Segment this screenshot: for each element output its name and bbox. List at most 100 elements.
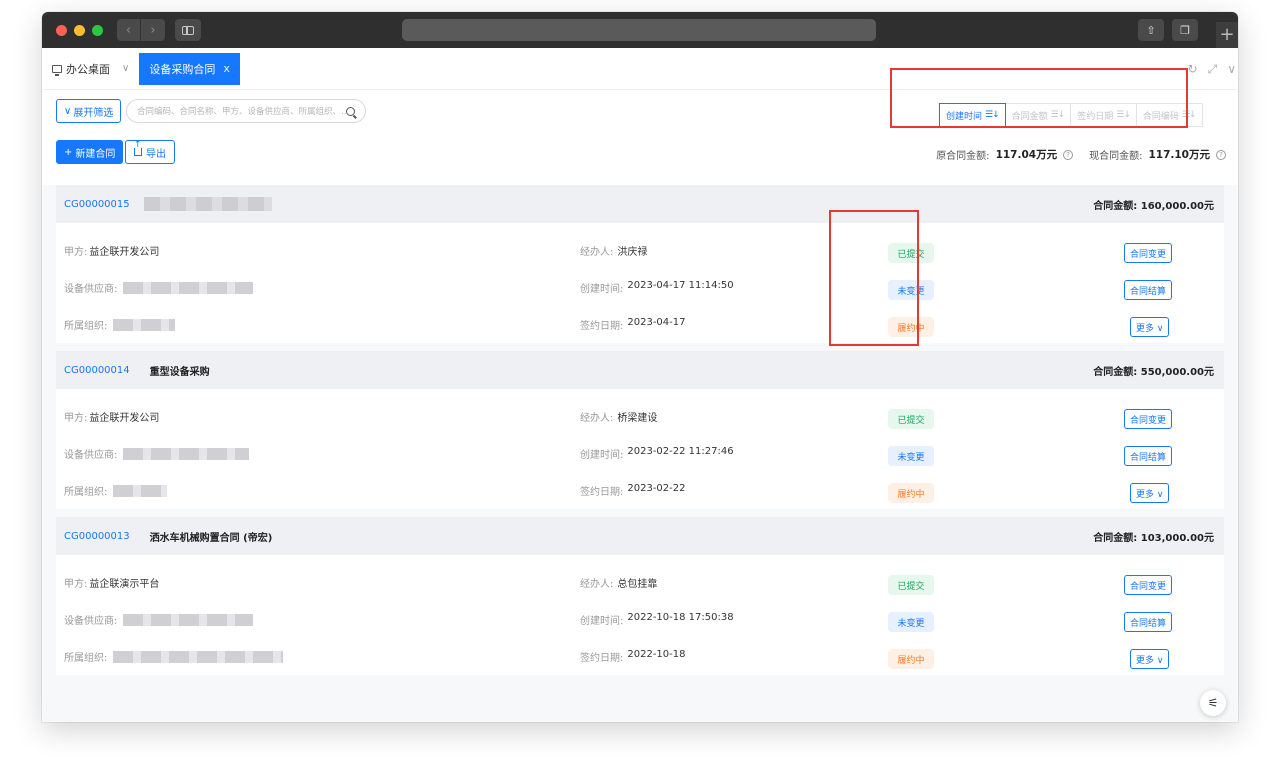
sidebar-toggle-button[interactable]: [175, 19, 201, 41]
share-button[interactable]: ⇧: [1138, 19, 1164, 41]
contract-change-button[interactable]: 合同变更: [1124, 409, 1173, 429]
contract-card-body: 甲方: 益企联开发公司 设备供应商: 所属组织: 经办人: 洪庆禄 创建时间: 202…: [56, 223, 1224, 343]
tab-home[interactable]: 办公桌面: [52, 61, 110, 77]
supplier-row: 设备供应商:: [64, 612, 254, 627]
more-actions-button[interactable]: 更多 ∨: [1130, 649, 1170, 669]
supplier-row: 设备供应商:: [64, 280, 254, 295]
status-badge-performing: 履约中: [888, 317, 934, 337]
amount-value: 103,000.00元: [1140, 532, 1214, 544]
close-window-button[interactable]: [56, 24, 67, 36]
expand-filter-label: 展开筛选: [73, 107, 114, 119]
sort-label: 创建时间: [946, 111, 983, 122]
more-actions-button[interactable]: 更多 ∨: [1130, 483, 1170, 503]
fullscreen-icon[interactable]: ⤢: [1208, 62, 1218, 77]
help-icon[interactable]: ?: [1063, 149, 1074, 160]
redacted-supplier: [123, 447, 250, 460]
original-total-label: 原合同金额:: [936, 151, 990, 162]
sort-code-button[interactable]: 合同编码 ☰↓: [1135, 103, 1203, 127]
contract-totals: 原合同金额: 117.04万元 ? 现合同金额: 117.10万元 ?: [936, 147, 1226, 162]
more-actions-button[interactable]: 更多 ∨: [1130, 317, 1170, 337]
amount-value: 160,000.00元: [1140, 200, 1214, 212]
contract-code-link[interactable]: CG00000015: [64, 199, 130, 210]
org-row: 所属组织:: [64, 317, 176, 332]
sort-label: 合同金额: [1011, 111, 1048, 122]
maximize-window-button[interactable]: [92, 24, 103, 36]
created-row: 创建时间: 2022-10-18 17:50:38: [580, 612, 734, 627]
contract-name: 重型设备采购: [149, 366, 210, 378]
browser-titlebar: ‹ › ⇧ ❐: [42, 12, 1238, 48]
tab-bar-tools: ↻ ⤢ ∨: [1188, 62, 1236, 77]
history-nav: ‹ ›: [117, 19, 165, 41]
sort-icon: ☰↓: [985, 110, 1000, 120]
handler-label: 经办人:: [580, 247, 614, 258]
party-a-row: 甲方: 益企联开发公司: [64, 243, 159, 258]
sort-created-time-button[interactable]: 创建时间 ☰↓: [939, 103, 1006, 127]
sort-signed-date-button[interactable]: 签约日期 ☰↓: [1070, 103, 1137, 127]
search-icon[interactable]: [346, 106, 355, 116]
created-label: 创建时间:: [580, 284, 624, 295]
contract-code-link[interactable]: CG00000013: [64, 531, 130, 542]
expand-filter-button[interactable]: ∨ 展开筛选: [56, 99, 122, 123]
contract-settle-button[interactable]: 合同结算: [1124, 446, 1173, 466]
created-value: 2023-02-22 11:27:46: [627, 446, 734, 457]
sort-options: 创建时间 ☰↓ 合同金额 ☰↓ 签约日期 ☰↓ 合同编码 ☰↓: [939, 103, 1203, 127]
supplier-label: 设备供应商:: [64, 450, 118, 461]
signed-value: 2023-04-17: [627, 317, 686, 328]
tabs-overview-button[interactable]: ❐: [1172, 19, 1198, 41]
back-button[interactable]: ‹: [117, 19, 141, 41]
plus-icon: +: [64, 146, 73, 158]
tab-equipment-contract[interactable]: 设备采购合同 x: [139, 52, 240, 85]
party-a-label: 甲方:: [64, 579, 88, 590]
export-button[interactable]: 导出: [125, 140, 175, 164]
tab-home-label: 办公桌面: [66, 62, 110, 76]
party-a-label: 甲方:: [64, 413, 88, 424]
org-row: 所属组织:: [64, 649, 284, 664]
help-icon[interactable]: ?: [1216, 149, 1226, 160]
contract-card[interactable]: CG00000013 洒水车机械购置合同 (帝宏) 合同金额: 103,000.…: [56, 517, 1224, 675]
handler-row: 经办人: 总包挂靠: [580, 575, 657, 590]
forward-button[interactable]: ›: [141, 19, 165, 41]
chevron-down-icon[interactable]: ∨: [122, 63, 129, 74]
contract-settle-button[interactable]: 合同结算: [1124, 612, 1173, 632]
new-tab-button[interactable]: +: [1216, 22, 1238, 48]
new-contract-button[interactable]: + 新建合同: [56, 140, 124, 164]
contract-name: 洒水车机械购置合同 (帝宏): [149, 532, 273, 544]
contract-change-button[interactable]: 合同变更: [1124, 575, 1173, 595]
contract-card-header: CG00000013 洒水车机械购置合同 (帝宏) 合同金额: 103,000.…: [56, 517, 1224, 555]
address-bar[interactable]: [402, 19, 876, 41]
amount-label: 合同金额:: [1093, 366, 1138, 378]
org-label: 所属组织:: [64, 487, 108, 498]
contract-card[interactable]: CG00000014 重型设备采购 合同金额: 550,000.00元 甲方: 益…: [56, 351, 1224, 509]
handler-label: 经办人:: [580, 413, 614, 424]
settings-sliders-icon[interactable]: ⚟: [1200, 690, 1226, 716]
org-label: 所属组织:: [64, 653, 108, 664]
handler-value: 桥梁建设: [617, 413, 658, 424]
sort-icon: ☰↓: [1181, 110, 1197, 120]
created-label: 创建时间:: [580, 616, 624, 627]
handler-row: 经办人: 洪庆禄: [580, 243, 647, 258]
status-badge-performing: 履约中: [888, 483, 934, 503]
redacted-org: [113, 650, 284, 663]
status-badge-submitted: 已提交: [888, 243, 934, 263]
sort-amount-button[interactable]: 合同金额 ☰↓: [1004, 103, 1072, 127]
handler-value: 总包挂靠: [617, 579, 658, 590]
contract-code-link[interactable]: CG00000014: [64, 365, 130, 376]
sort-icon: ☰↓: [1050, 110, 1066, 120]
contract-card-body: 甲方: 益企联演示平台 设备供应商: 所属组织: 经办人: 总包挂靠 创建时间: 20…: [56, 555, 1224, 675]
monitor-icon: [52, 64, 62, 76]
created-row: 创建时间: 2023-04-17 11:14:50: [580, 280, 734, 295]
redacted-org: [113, 318, 176, 331]
status-badge-submitted: 已提交: [888, 409, 934, 429]
minimize-window-button[interactable]: [74, 24, 85, 36]
refresh-icon[interactable]: ↻: [1188, 62, 1198, 77]
close-tab-icon[interactable]: x: [223, 62, 230, 75]
created-label: 创建时间:: [580, 450, 624, 461]
contract-change-button[interactable]: 合同变更: [1124, 243, 1173, 263]
status-badge-unchanged: 未变更: [888, 446, 934, 466]
current-total-label: 现合同金额:: [1089, 151, 1143, 162]
contract-card-header: CG00000014 重型设备采购 合同金额: 550,000.00元: [56, 351, 1224, 389]
contract-settle-button[interactable]: 合同结算: [1124, 280, 1173, 300]
chevron-down-icon[interactable]: ∨: [1227, 62, 1236, 77]
contract-card[interactable]: CG00000015 合同金额: 160,000.00元 甲方: 益企联开发公司 …: [56, 185, 1224, 343]
search-input[interactable]: 合同编码、合同名称、甲方、设备供应商、所属组织、...: [126, 99, 366, 123]
